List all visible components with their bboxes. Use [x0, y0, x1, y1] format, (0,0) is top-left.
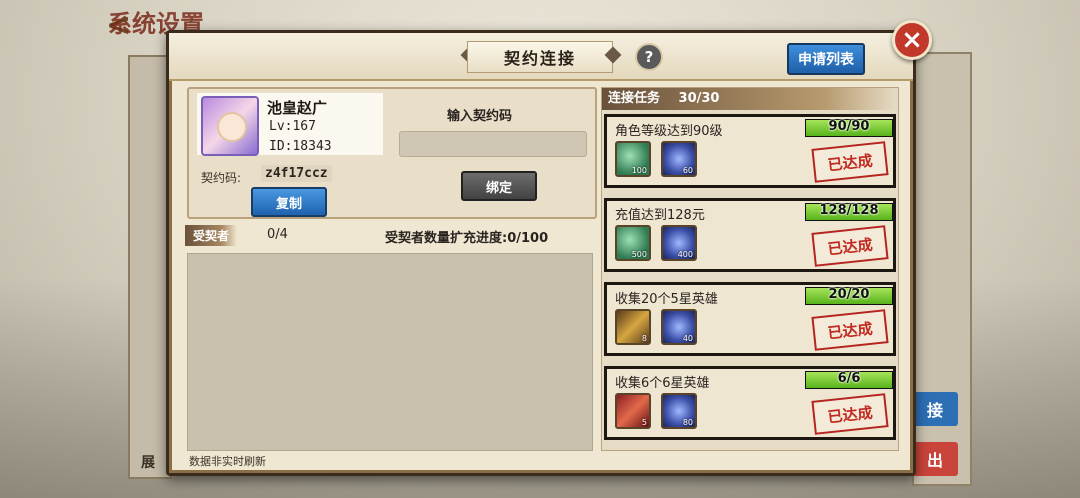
reward-count: 60 [682, 166, 693, 175]
task-item: 收集20个5星英雄 20/20 8 40 已达成 [604, 282, 896, 356]
task-progress-bar: 90/90 [805, 119, 893, 137]
tasks-header: 连接任务 30/30 [602, 88, 898, 110]
coin-icon[interactable]: 80 [661, 393, 697, 429]
staff-icon[interactable]: 8 [615, 309, 651, 345]
player-name: 池皇赵广 [267, 99, 328, 117]
code-input[interactable] [399, 131, 587, 157]
completed-stamp: 已达成 [811, 393, 889, 435]
code-input-label: 输入契约码 [447, 109, 513, 124]
help-icon[interactable]: ? [635, 43, 663, 71]
profile-card: 池皇赵广 Lv:167 ID:18343 [197, 93, 383, 156]
expand-progress: 受契者数量扩充进度:0/100 [385, 231, 549, 246]
completed-stamp: 已达成 [811, 141, 889, 183]
coin-icon[interactable]: 40 [661, 309, 697, 345]
task-item: 角色等级达到90级 90/90 100 60 已达成 [604, 114, 896, 188]
apply-list-button[interactable]: 申请列表 [787, 43, 865, 75]
contracted-label: 受契者 [185, 225, 238, 246]
jade-icon[interactable]: 500 [615, 225, 651, 261]
completed-stamp: 已达成 [811, 225, 889, 267]
task-progress-bar: 128/128 [805, 203, 893, 221]
tasks-header-count: 30/30 [678, 91, 720, 106]
jade-icon[interactable]: 100 [615, 141, 651, 177]
background-exit-button[interactable]: 出 [912, 442, 958, 476]
coin-icon[interactable]: 400 [661, 225, 697, 261]
task-progress-text: 128/128 [819, 203, 879, 218]
refresh-footnote: 数据非实时刷新 [189, 455, 266, 468]
copy-button[interactable]: 复制 [251, 187, 327, 217]
task-name: 角色等级达到90级 [615, 124, 723, 139]
player-id: ID:18343 [269, 139, 332, 154]
task-item: 充值达到128元 128/128 500 400 已达成 [604, 198, 896, 272]
dialog-header: 契约连接 ? 申请列表 [169, 33, 913, 81]
coin-icon[interactable]: 60 [661, 141, 697, 177]
background-connect-button[interactable]: 接 [912, 392, 958, 426]
task-progress-bar: 6/6 [805, 371, 893, 389]
reward-count: 100 [631, 166, 647, 175]
contracted-list[interactable] [187, 253, 593, 451]
close-icon[interactable]: × [892, 20, 932, 60]
avatar-face-icon [217, 112, 247, 142]
task-progress-bar: 20/20 [805, 287, 893, 305]
reward-count: 500 [631, 250, 647, 259]
reward-count: 40 [682, 334, 693, 343]
task-progress-text: 20/20 [828, 287, 870, 302]
reward-count: 400 [677, 250, 693, 259]
tasks-panel: 连接任务 30/30 角色等级达到90级 90/90 100 60 已达成 充值… [601, 87, 899, 451]
hammer-icon[interactable]: 5 [615, 393, 651, 429]
dialog-title: 契约连接 [467, 41, 613, 73]
task-name: 充值达到128元 [615, 208, 705, 223]
reward-count: 80 [682, 418, 693, 427]
avatar [201, 96, 259, 156]
contract-code-label: 契约码: [201, 171, 242, 185]
tasks-header-label: 连接任务 [608, 91, 661, 106]
bind-button[interactable]: 绑定 [461, 171, 537, 201]
task-name: 收集6个6星英雄 [615, 376, 710, 391]
task-progress-text: 6/6 [837, 371, 861, 386]
profile-box: 池皇赵广 Lv:167 ID:18343 契约码: z4f17ccz 复制 输入… [187, 87, 597, 219]
task-name: 收集20个5星英雄 [615, 292, 718, 307]
player-level: Lv:167 [269, 119, 316, 134]
reward-count: 5 [641, 418, 647, 427]
completed-stamp: 已达成 [811, 309, 889, 351]
task-progress-text: 90/90 [828, 119, 870, 134]
contract-dialog: 契约连接 ? 申请列表 池皇赵广 Lv:167 ID:18343 契约码: z4… [166, 30, 916, 476]
contract-code-value: z4f17ccz [261, 165, 332, 182]
background-left-label: 展 [141, 455, 155, 471]
task-item: 收集6个6星英雄 6/6 5 80 已达成 [604, 366, 896, 440]
reward-count: 8 [641, 334, 647, 343]
contracted-count: 0/4 [267, 227, 288, 242]
